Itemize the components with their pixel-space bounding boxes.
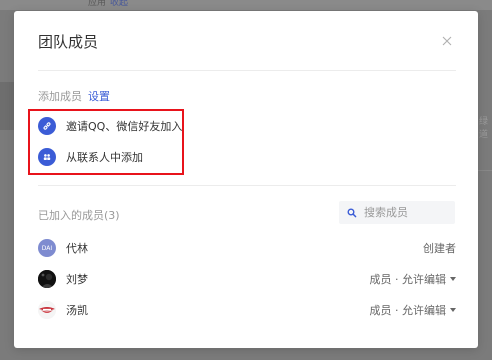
modal-title: 团队成员 xyxy=(38,33,99,51)
joined-members-label: 已加入的成员(3) xyxy=(38,209,120,222)
member-name: 汤凯 xyxy=(66,304,88,317)
background-app-label: 应用 xyxy=(88,0,107,8)
team-members-modal: 团队成员 添加成员 设置 邀请QQ、微信好友加入 从联系人中添加 已加入的成员(… xyxy=(14,11,478,348)
background-sidebar-highlight xyxy=(0,82,14,130)
settings-link[interactable]: 设置 xyxy=(88,88,110,104)
contacts-icon xyxy=(38,148,56,166)
member-name: 刘梦 xyxy=(66,273,88,286)
member-row: 刘梦 成员 · 允许编辑 xyxy=(38,268,456,290)
background-right-label: 绿道 xyxy=(479,117,489,140)
member-role-label: 成员 · 允许编辑 xyxy=(369,304,447,317)
avatar: DAI xyxy=(38,239,56,257)
member-permission-dropdown[interactable]: 成员 · 允许编辑 xyxy=(369,302,456,318)
background-topbar: 应用 收起 xyxy=(0,0,492,10)
member-permission-dropdown[interactable]: 成员 · 允许编辑 xyxy=(369,271,456,287)
chevron-down-icon xyxy=(450,308,456,312)
avatar xyxy=(38,270,56,288)
close-button[interactable] xyxy=(440,33,454,47)
search-icon xyxy=(346,207,358,219)
avatar-photo xyxy=(38,270,56,288)
background-divider xyxy=(478,170,492,171)
header-divider xyxy=(38,70,456,71)
search-input[interactable] xyxy=(364,206,452,219)
background-topbar-text: 应用 收起 xyxy=(88,0,128,8)
member-row: 汤凯 成员 · 允许编辑 xyxy=(38,299,456,321)
member-role-label: 创建者 xyxy=(423,242,456,255)
add-from-contacts-label: 从联系人中添加 xyxy=(66,151,143,164)
invite-friends-label: 邀请QQ、微信好友加入 xyxy=(66,120,183,133)
member-role: 创建者 xyxy=(423,240,456,256)
avatar-photo xyxy=(38,301,56,319)
search-box xyxy=(339,201,455,224)
add-members-label: 添加成员 xyxy=(38,90,82,103)
avatar xyxy=(38,301,56,319)
link-icon xyxy=(38,117,56,135)
avatar-initials: DAI xyxy=(41,244,53,252)
close-icon xyxy=(442,36,452,46)
member-row: DAI 代林 创建者 xyxy=(38,237,456,259)
add-from-contacts-button[interactable]: 从联系人中添加 xyxy=(38,147,143,167)
chevron-down-icon xyxy=(450,277,456,281)
member-name: 代林 xyxy=(66,242,88,255)
member-role-label: 成员 · 允许编辑 xyxy=(369,273,447,286)
section-divider xyxy=(38,185,456,186)
background-collapse-link: 收起 xyxy=(110,0,129,8)
invite-friends-button[interactable]: 邀请QQ、微信好友加入 xyxy=(38,116,182,136)
